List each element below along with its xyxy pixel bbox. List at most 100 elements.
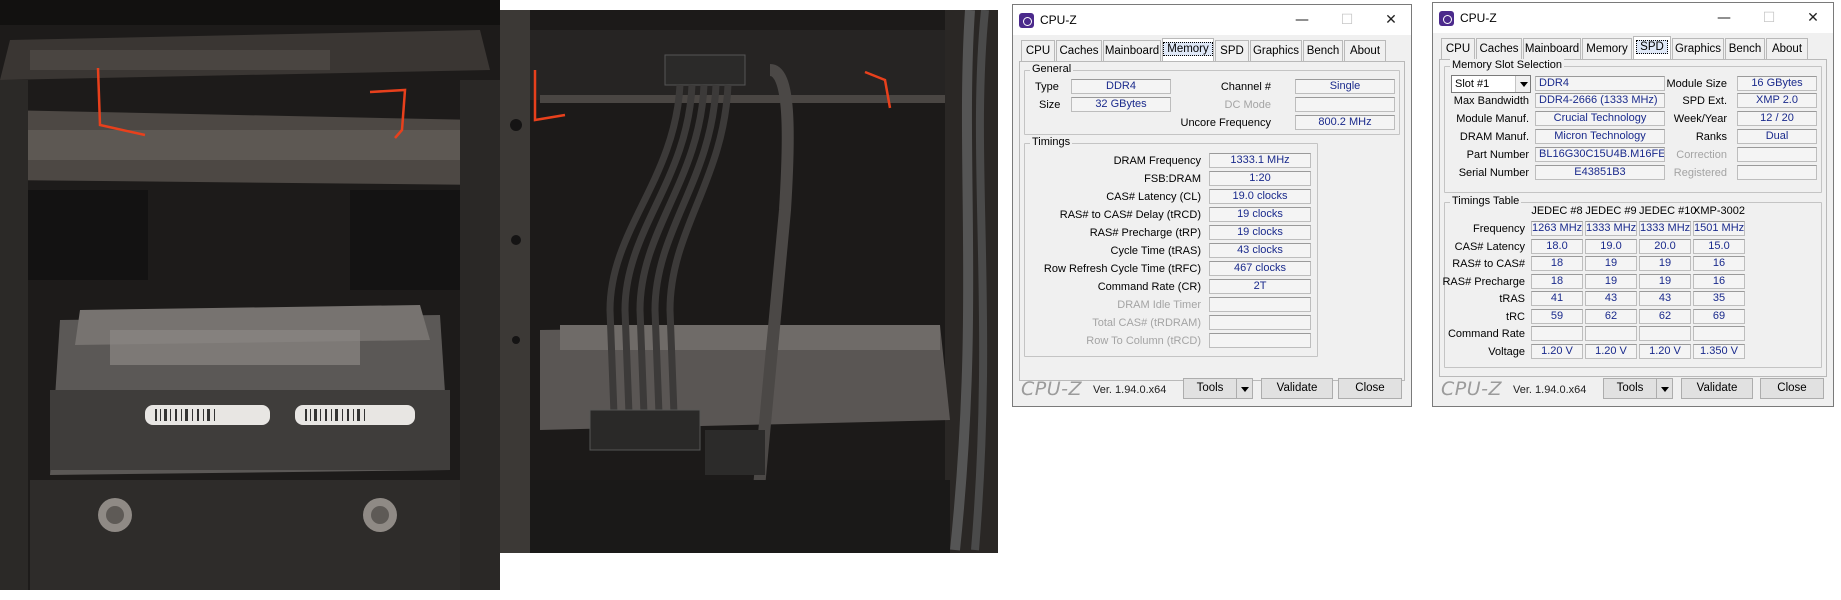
timing-value: 19 clocks: [1209, 207, 1311, 222]
timings-cell: [1639, 326, 1691, 341]
timings-cell: 20.0: [1639, 238, 1691, 254]
tab-label: SPD: [1220, 45, 1244, 57]
timing-label: Cycle Time (tRAS): [1110, 245, 1201, 257]
tab-about[interactable]: About: [1344, 40, 1386, 61]
tools-dropdown-arrow-icon[interactable]: [1236, 379, 1252, 398]
timing-label: Total CAS# (tRDRAM): [1092, 317, 1201, 329]
slot-select[interactable]: Slot #1: [1451, 75, 1531, 93]
timings-row-label: CAS# Latency: [1454, 240, 1525, 253]
spd-window-titlebar[interactable]: CPU-Z — ☐ ✕: [1433, 3, 1833, 33]
tab-memory[interactable]: Memory: [1582, 38, 1632, 59]
tab-label: CPU: [1445, 43, 1471, 55]
timings-row-label: tRAS: [1499, 293, 1525, 305]
timing-label: Row Refresh Cycle Time (tRFC): [1043, 263, 1201, 275]
module-manuf-label: Module Manuf.: [1456, 113, 1529, 125]
module-manuf-value: Crucial Technology: [1535, 111, 1665, 126]
photo-drive-bay-hdd: [0, 0, 500, 590]
tab-caches[interactable]: Caches: [1476, 38, 1522, 59]
timing-value: 467 clocks: [1209, 261, 1311, 276]
timings-cell: 1.20 V: [1639, 343, 1691, 359]
timings-cell: [1531, 326, 1583, 341]
tab-cpu[interactable]: CPU: [1441, 38, 1475, 59]
timings-cell: 19: [1585, 273, 1637, 289]
tab-label: Mainboard: [1104, 45, 1160, 57]
memory-window-titlebar[interactable]: CPU-Z — ☐ ✕: [1013, 5, 1411, 35]
tab-graphics[interactable]: Graphics: [1672, 38, 1724, 59]
correction-label: Correction: [1676, 149, 1727, 161]
tools-button[interactable]: Tools: [1183, 378, 1253, 399]
timings-cell: 41: [1531, 291, 1583, 306]
photo-sata-power-cables: [500, 10, 998, 553]
tab-label: Memory: [1163, 42, 1213, 56]
timings-column-header: XMP-3002: [1693, 205, 1745, 217]
timing-label: Row To Column (tRCD): [1086, 335, 1201, 347]
close-button[interactable]: Close: [1338, 378, 1402, 399]
close-window-button[interactable]: ✕: [1371, 9, 1411, 31]
cpuz-brand-logo: CPU-Z: [1021, 378, 1083, 400]
timings-cell: 18.0: [1531, 238, 1583, 254]
type-label: Type: [1035, 81, 1059, 93]
memory-window-footer: CPU-Z Ver. 1.94.0.x64 Tools Validate Clo…: [1013, 372, 1411, 406]
chevron-down-icon[interactable]: [1515, 76, 1530, 92]
registered-label: Registered: [1673, 167, 1727, 179]
timings-row-label: RAS# Precharge: [1442, 275, 1525, 288]
max-bandwidth-label: Max Bandwidth: [1453, 95, 1529, 107]
timings-row-label: Frequency: [1473, 223, 1525, 235]
timings-cell: 16: [1693, 256, 1745, 271]
timing-value: 19.0 clocks: [1209, 189, 1311, 204]
timings-cell: 62: [1585, 308, 1637, 324]
close-button[interactable]: Close: [1760, 378, 1824, 399]
memory-type-value: DDR4: [1071, 79, 1171, 94]
tab-label: Caches: [1479, 43, 1519, 55]
validate-button[interactable]: Validate: [1681, 378, 1753, 399]
tab-graphics[interactable]: Graphics: [1250, 40, 1302, 61]
tab-bench[interactable]: Bench: [1725, 38, 1765, 59]
spd-window-footer: CPU-Z Ver. 1.94.0.x64 Tools Validate Clo…: [1433, 372, 1833, 406]
photo-sata-power-cables-image: [500, 10, 998, 553]
validate-button[interactable]: Validate: [1261, 378, 1333, 399]
max-bandwidth-value: DDR4-2666 (1333 MHz): [1535, 93, 1665, 108]
tab-mainboard[interactable]: Mainboard: [1103, 40, 1161, 61]
tab-label: Bench: [1728, 43, 1762, 55]
tab-caches[interactable]: Caches: [1056, 40, 1102, 61]
timings-cell: 35: [1693, 291, 1745, 306]
tools-button-label: Tools: [1616, 382, 1644, 394]
tab-bench[interactable]: Bench: [1303, 40, 1343, 61]
timings-table-group: Timings Table JEDEC #8 JEDEC #9 JEDEC #10 X…: [1442, 195, 1822, 368]
timings-group-title: Timings: [1030, 136, 1073, 148]
dram-manuf-label: DRAM Manuf.: [1459, 131, 1529, 143]
memory-tab-panel: General Type DDR4 Size 32 GBytes Channel…: [1019, 61, 1405, 381]
cpuz-spd-window: CPU-Z — ☐ ✕ CPU Caches Mainboard Memory …: [1432, 2, 1834, 407]
size-label: Size: [1039, 99, 1061, 111]
timings-cell: 1263 MHz: [1531, 221, 1583, 236]
version-text: Ver. 1.94.0.x64: [1513, 384, 1587, 396]
tools-dropdown-arrow-icon[interactable]: [1656, 379, 1672, 398]
cpuz-app-icon: [1019, 13, 1034, 28]
memory-window-title: CPU-Z: [1040, 13, 1077, 27]
timings-row-label: Voltage: [1488, 345, 1525, 358]
tools-button[interactable]: Tools: [1603, 378, 1673, 399]
timings-cell: 43: [1639, 291, 1691, 306]
timings-column-header: JEDEC #10: [1639, 205, 1697, 217]
tab-memory[interactable]: Memory: [1162, 38, 1214, 61]
timing-value: [1209, 315, 1311, 330]
maximize-button: ☐: [1340, 12, 1354, 28]
tab-label: Graphics: [1252, 45, 1300, 57]
uncore-frequency-label: Uncore Frequency: [1180, 117, 1272, 129]
tab-spd[interactable]: SPD: [1215, 40, 1249, 61]
week-year-label: Week/Year: [1673, 113, 1727, 125]
timings-cell: 19: [1639, 256, 1691, 271]
tab-cpu[interactable]: CPU: [1021, 40, 1055, 61]
version-text: Ver. 1.94.0.x64: [1093, 384, 1167, 396]
tab-about[interactable]: About: [1766, 38, 1808, 59]
timing-value: 1:20: [1209, 171, 1311, 186]
timings-cell: [1693, 326, 1745, 341]
minimize-button[interactable]: —: [1282, 9, 1322, 31]
memory-slot-selection-group: Memory Slot Selection Slot #1 DDR4 Max B…: [1444, 59, 1822, 193]
timings-cell: 18: [1531, 256, 1583, 271]
timings-cell: 1.20 V: [1585, 343, 1637, 359]
minimize-button[interactable]: —: [1704, 7, 1744, 29]
close-window-button[interactable]: ✕: [1793, 7, 1833, 29]
tab-spd[interactable]: SPD: [1633, 36, 1671, 59]
tab-mainboard[interactable]: Mainboard: [1523, 38, 1581, 59]
